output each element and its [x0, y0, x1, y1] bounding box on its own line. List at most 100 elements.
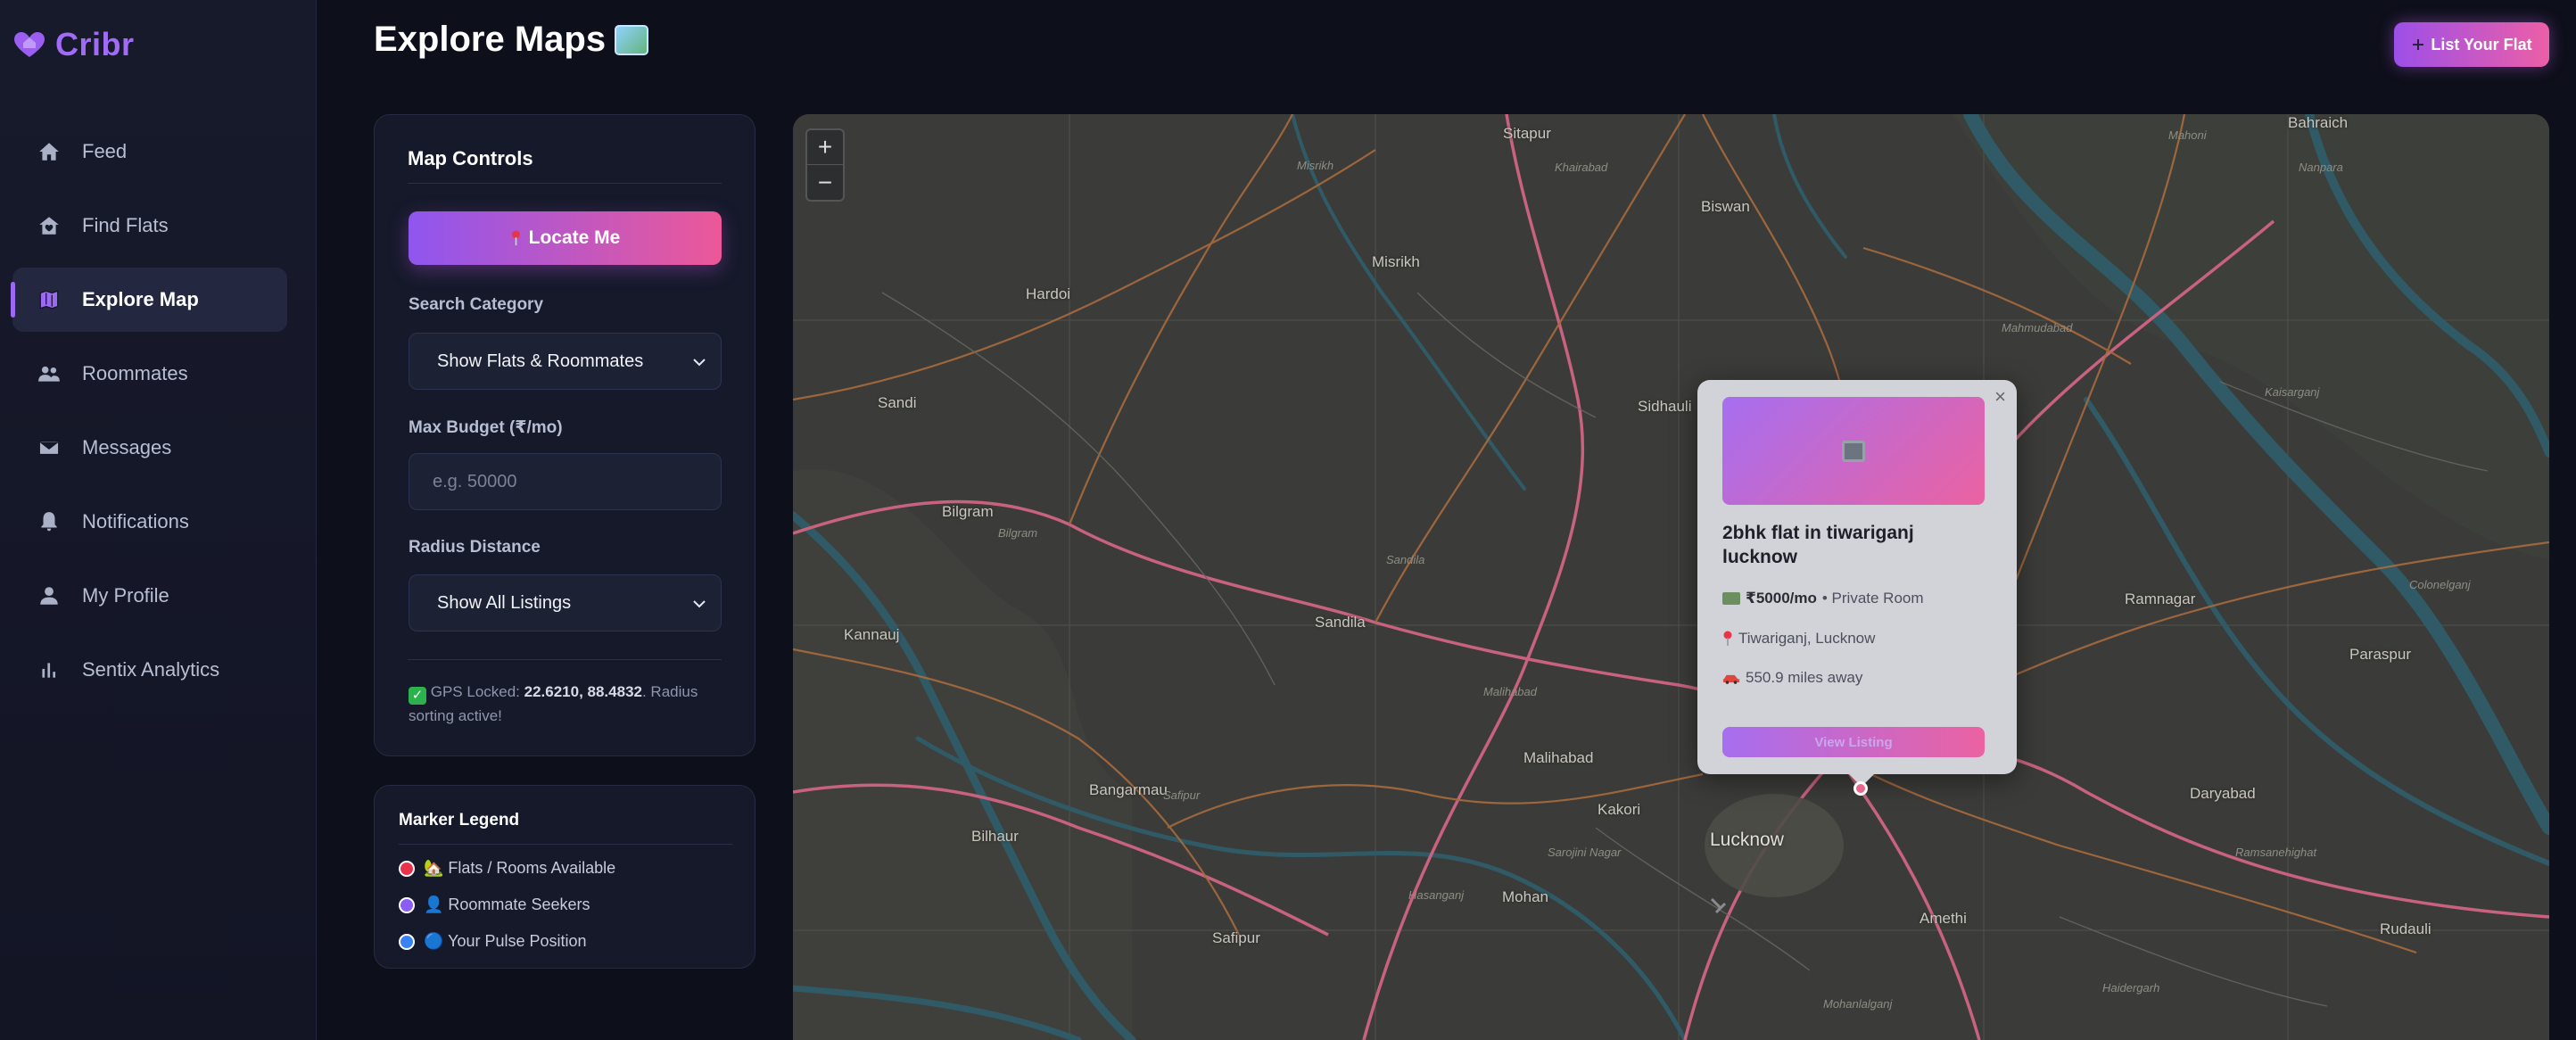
sidebar-item-my-profile[interactable]: My Profile [12, 564, 287, 628]
sidebar-item-label: My Profile [82, 584, 169, 607]
map-view[interactable]: + − Sitapur Hardoi Lucknow Bahraich Sand… [793, 114, 2549, 1040]
listing-distance-row: 550.9 miles away [1722, 669, 1862, 687]
map-label-malihabad: Malihabad [1523, 749, 1594, 766]
map-label-kannauj: Kannauj [844, 626, 900, 643]
map-town-label: Colonelganj [2409, 578, 2471, 591]
map-label-sidhauli: Sidhauli [1638, 398, 1692, 415]
gps-coordinates: 22.6210, 88.4832 [524, 683, 642, 700]
sidebar-item-label: Sentix Analytics [82, 658, 220, 681]
map-label-amethi: Amethi [1920, 910, 1967, 927]
map-label-sandi: Sandi [878, 394, 917, 411]
bell-icon [41, 512, 57, 532]
search-category-value: Show Flats & Roommates [437, 351, 644, 371]
listing-thumbnail [1722, 397, 1985, 505]
red-marker-icon [399, 860, 415, 877]
search-category-select[interactable]: Show Flats & Roommates [409, 333, 722, 390]
map-label-rudauli: Rudauli [2380, 920, 2432, 937]
listing-location: Tiwariganj, Lucknow [1738, 630, 1876, 647]
listing-title: 2bhk flat in tiwariganj lucknow [1722, 523, 1914, 567]
flat-marker[interactable] [1854, 781, 1868, 796]
sidebar-item-label: Feed [82, 140, 128, 162]
max-budget-input[interactable]: e.g. 50000 [409, 453, 722, 510]
max-budget-placeholder: e.g. 50000 [433, 471, 517, 491]
map-town-label: Mahmudabad [2002, 321, 2073, 334]
divider [408, 183, 722, 184]
view-listing-button[interactable]: View Listing [1722, 727, 1985, 757]
locate-me-button[interactable]: Locate Me [409, 211, 722, 265]
marker-legend-card: Marker Legend 🏡 Flats / Rooms Available … [374, 785, 755, 969]
chevron-down-icon [693, 359, 706, 367]
locate-me-label: Locate Me [528, 227, 621, 248]
legend-item-label: 🔵 Your Pulse Position [424, 932, 587, 950]
legend-item-flats: 🏡 Flats / Rooms Available [399, 859, 615, 878]
sidebar-item-label: Messages [82, 436, 172, 458]
building-icon [1842, 440, 1865, 462]
house-heart-icon [39, 217, 59, 235]
map-label-ramnagar: Ramnagar [2125, 590, 2196, 607]
map-label-hardoi: Hardoi [1026, 285, 1071, 302]
map-town-label: Sandila [1386, 553, 1425, 566]
map-town-label: Bilgram [998, 526, 1038, 540]
sidebar: Cribr Feed Find Flats Explore Map Roomma… [0, 0, 317, 1040]
map-label-daryabad: Daryabad [2190, 785, 2256, 802]
sidebar-item-find-flats[interactable]: Find Flats [12, 194, 287, 258]
map-label-bilgram: Bilgram [942, 503, 994, 520]
sidebar-item-roommates[interactable]: Roommates [12, 342, 287, 406]
listing-popup[interactable]: × 2bhk flat in tiwariganj lucknow ₹5000/… [1697, 380, 2017, 787]
divider [399, 844, 732, 845]
map-town-label: Hasanganj [1408, 888, 1465, 902]
list-your-flat-button[interactable]: List Your Flat [2394, 22, 2549, 67]
map-controls-card: Map Controls Locate Me Search Category S… [374, 114, 755, 756]
map-town-label: Mohanlalganj [1823, 997, 1893, 1011]
map-label-misrikh: Misrikh [1372, 253, 1420, 270]
world-map-icon [615, 24, 649, 55]
search-category-label: Search Category [409, 295, 544, 314]
sidebar-item-explore-map[interactable]: Explore Map [11, 268, 287, 332]
map-label-biswan: Biswan [1701, 198, 1750, 215]
car-icon [1722, 674, 1740, 684]
map-label-paraspur: Paraspur [2349, 646, 2411, 663]
listing-price-row: ₹5000/mo • Private Room [1722, 590, 1924, 607]
blue-marker-icon [399, 933, 415, 950]
zoom-in-button[interactable]: + [807, 130, 843, 165]
gps-prefix: GPS Locked: [430, 683, 524, 700]
map-label-bilhaur: Bilhaur [971, 828, 1019, 845]
divider [408, 659, 722, 660]
people-icon [38, 366, 60, 382]
list-your-flat-label: List Your Flat [2431, 35, 2532, 54]
map-town-label: Malihabad [1483, 685, 1537, 698]
legend-item-label: 🏡 Flats / Rooms Available [424, 859, 616, 877]
map-town-label: Safipur [1163, 788, 1201, 802]
sidebar-item-label: Notifications [82, 510, 189, 532]
person-icon [40, 587, 58, 605]
listing-location-row: Tiwariganj, Lucknow [1722, 630, 1875, 648]
gps-status: ✓ GPS Locked: 22.6210, 88.4832. Radius s… [409, 681, 721, 728]
sidebar-item-label: Explore Map [82, 288, 199, 310]
legend-item-label: 👤 Roommate Seekers [424, 896, 590, 913]
map-town-label: Ramsanehighat [2235, 846, 2317, 859]
map-label-bahraich: Bahraich [2288, 114, 2349, 131]
bar-chart-icon [42, 663, 56, 678]
pushpin-icon [511, 230, 520, 246]
sidebar-item-label: Roommates [82, 362, 188, 384]
zoom-out-button[interactable]: − [807, 165, 843, 200]
sidebar-item-sentix-analytics[interactable]: Sentix Analytics [12, 638, 287, 702]
close-icon[interactable]: × [1994, 385, 2006, 409]
map-town-label: Sarojini Nagar [1548, 846, 1622, 859]
radius-distance-value: Show All Listings [437, 592, 572, 613]
map-label-mohan: Mohan [1502, 888, 1548, 905]
legend-item-roommates: 👤 Roommate Seekers [399, 896, 590, 914]
map-label-bangarmau: Bangarmau [1089, 781, 1168, 798]
map-label-lucknow: Lucknow [1710, 830, 1784, 850]
radius-distance-select[interactable]: Show All Listings [409, 574, 722, 631]
map-town-label: Nanpara [2299, 161, 2343, 174]
marker-legend-title: Marker Legend [399, 811, 520, 830]
sidebar-item-notifications[interactable]: Notifications [12, 490, 287, 554]
money-icon [1722, 592, 1740, 605]
sidebar-item-messages[interactable]: Messages [12, 416, 287, 480]
sidebar-nav: Feed Find Flats Explore Map Roommates Me… [11, 120, 287, 712]
legend-item-pulse: 🔵 Your Pulse Position [399, 932, 587, 951]
pushpin-icon [1723, 631, 1732, 646]
sidebar-item-feed[interactable]: Feed [12, 120, 287, 184]
brand-logo[interactable]: Cribr [12, 25, 135, 64]
